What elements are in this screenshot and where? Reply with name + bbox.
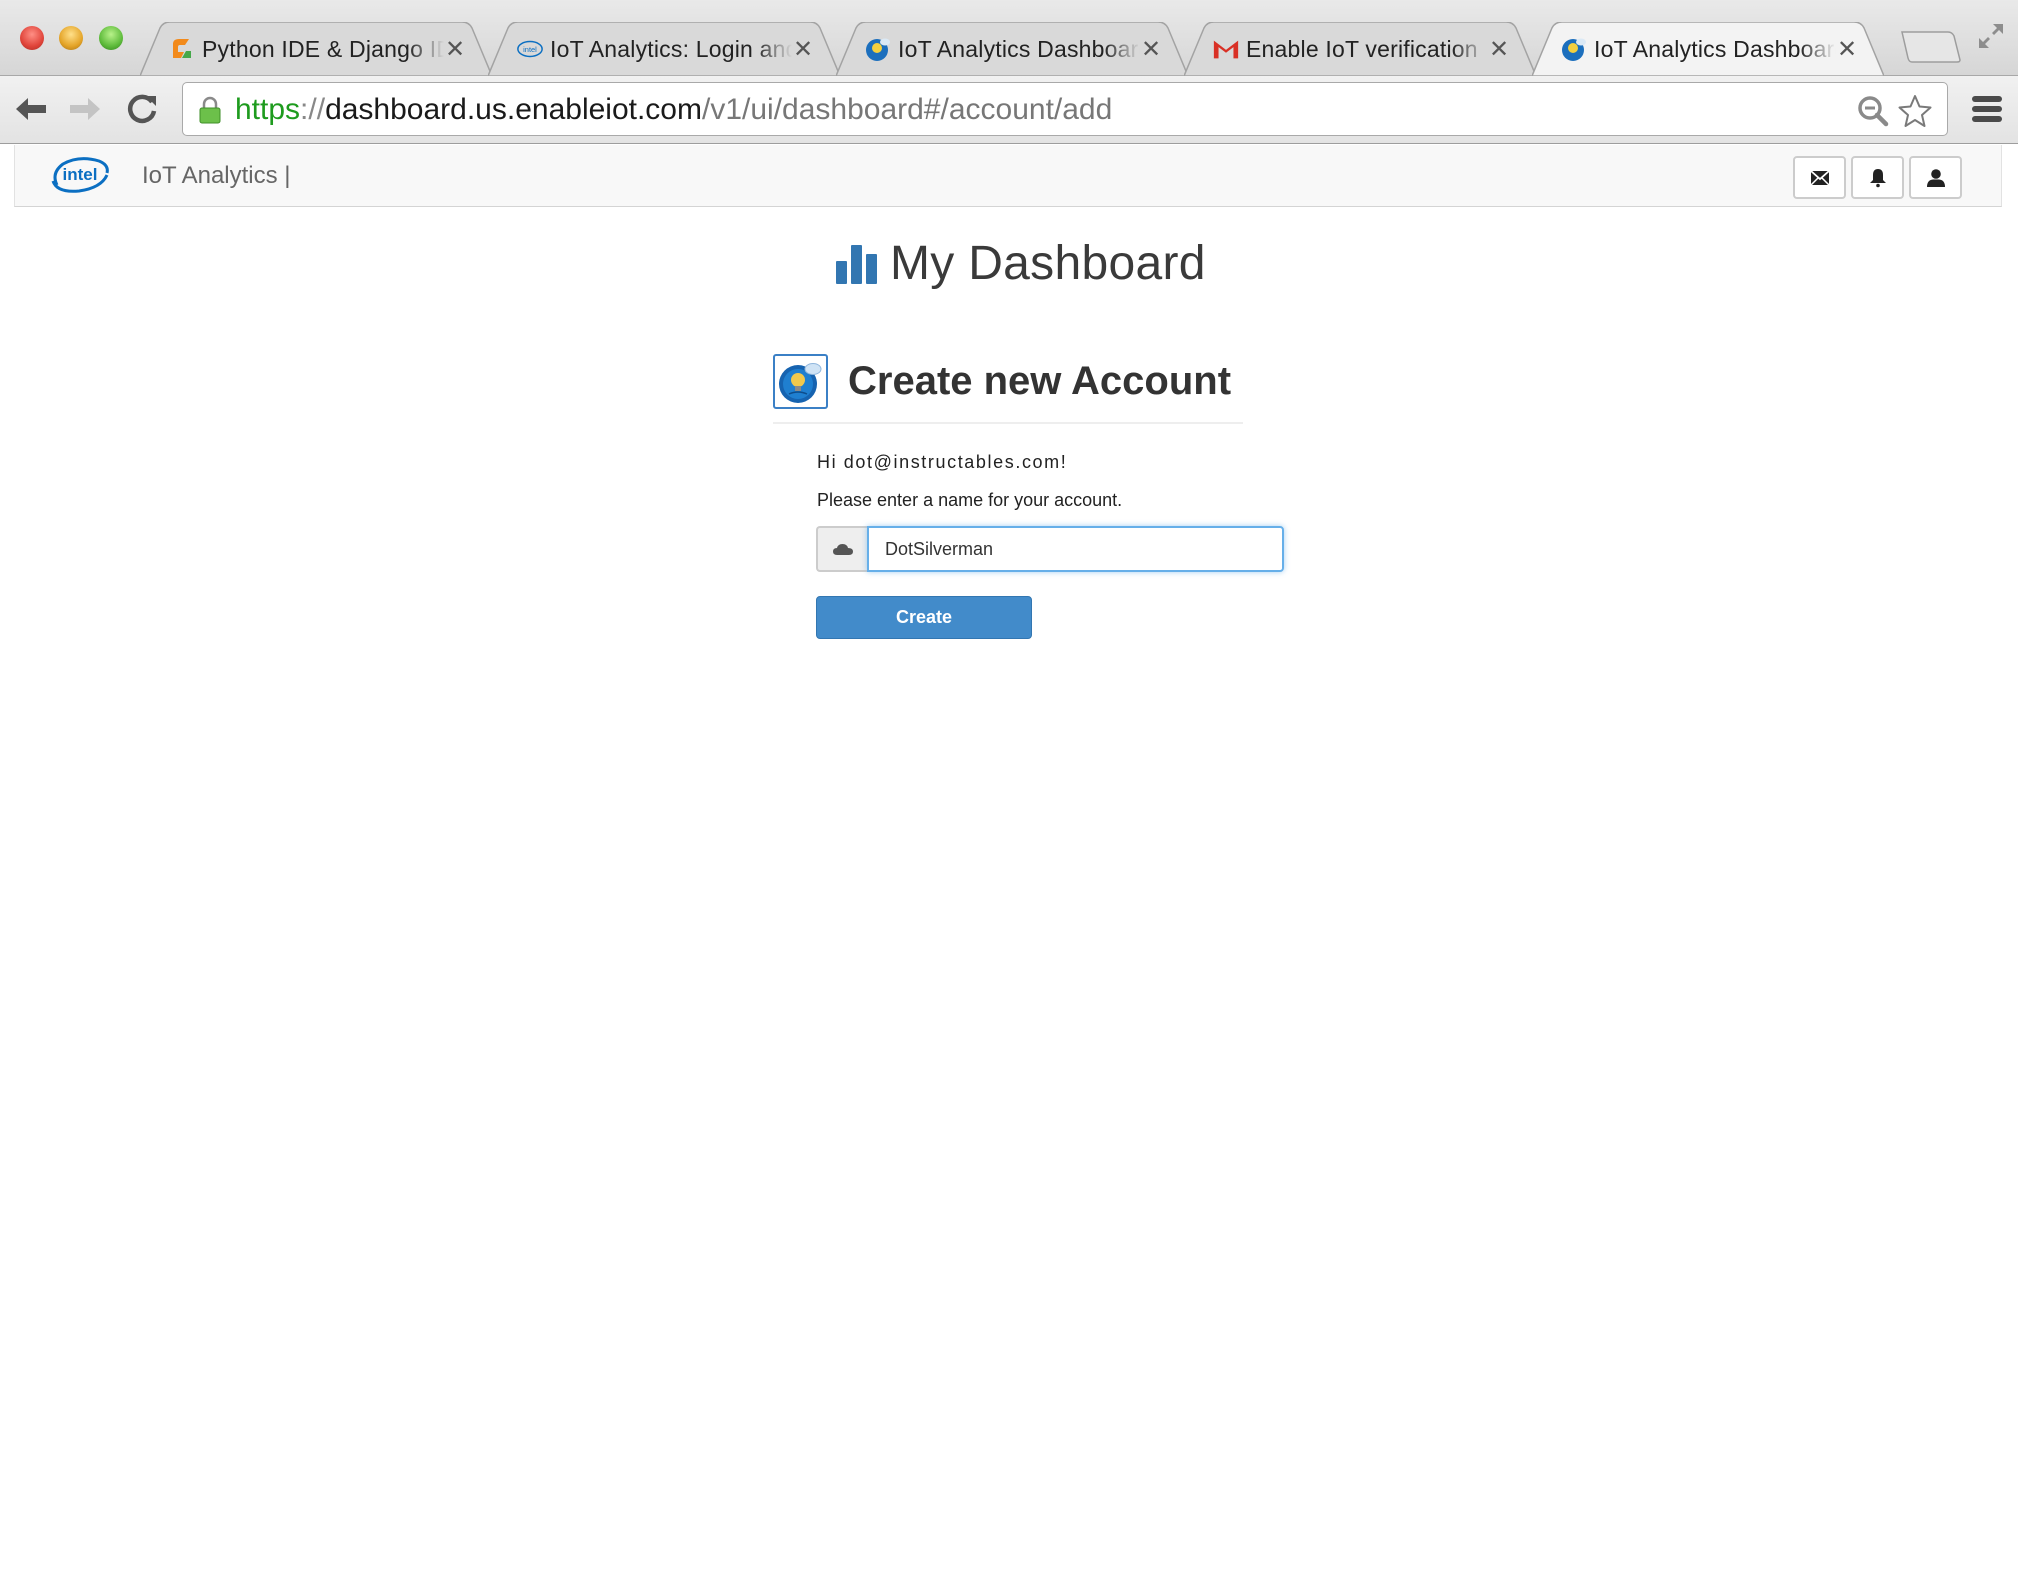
- profile-button[interactable]: [1909, 156, 1962, 199]
- back-arrow-icon: [16, 98, 46, 120]
- tab-gmail-verification[interactable]: Enable IoT verification ✕: [1184, 22, 1536, 76]
- account-bulb-icon: [773, 354, 828, 409]
- iot-bulb-icon: [864, 35, 892, 63]
- tab-title: IoT Analytics: Login and: [550, 35, 792, 62]
- star-icon[interactable]: [1897, 93, 1933, 129]
- account-name-group: [816, 526, 1284, 572]
- lock-icon: [197, 96, 223, 124]
- address-bar[interactable]: https://dashboard.us.enableiot.com/v1/ui…: [182, 82, 1948, 136]
- url-path: /v1/ui/dashboard#/account/add: [701, 93, 1113, 126]
- tab-iot-dashboard[interactable]: IoT Analytics Dashboard ✕: [836, 22, 1188, 76]
- browser-toolbar: https://dashboard.us.enableiot.com/v1/ui…: [0, 76, 2018, 144]
- intel-logo[interactable]: intel: [49, 155, 111, 195]
- bell-icon: [1869, 168, 1886, 187]
- zoom-out-icon[interactable]: [1857, 95, 1889, 127]
- envelope-icon: [1809, 169, 1830, 186]
- iot-bulb-icon: [1560, 35, 1588, 63]
- forward-arrow-icon: [70, 98, 100, 120]
- tab-iot-dashboard-active[interactable]: IoT Analytics Dashboard ✕: [1532, 22, 1884, 76]
- svg-text:intel: intel: [523, 45, 537, 54]
- url-text: https://dashboard.us.enableiot.com/v1/ui…: [235, 92, 1112, 128]
- tab-python-ide[interactable]: Python IDE & Django IDE ✕: [140, 22, 492, 76]
- notifications-button[interactable]: [1851, 156, 1904, 199]
- tab-title: IoT Analytics Dashboard: [898, 35, 1140, 62]
- logo-text: intel: [63, 165, 98, 184]
- reload-button[interactable]: [121, 88, 163, 130]
- brand-name[interactable]: IoT Analytics |: [142, 162, 291, 190]
- forward-button[interactable]: [64, 88, 106, 130]
- page-title-text: My Dashboard: [890, 237, 1206, 290]
- greeting-text: Hi dot@instructables.com!: [817, 452, 1068, 472]
- window-zoom-button[interactable]: [99, 26, 123, 50]
- section-title: Create new Account: [848, 359, 1232, 403]
- account-name-prompt: Please enter a name for your account.: [817, 490, 1123, 510]
- app-navbar: intel IoT Analytics |: [14, 145, 2002, 207]
- back-button[interactable]: [10, 88, 52, 130]
- bar-chart-icon: [836, 244, 878, 284]
- create-button[interactable]: Create: [816, 596, 1032, 639]
- pycharm-icon: [168, 35, 196, 63]
- tab-title: Enable IoT verification: [1246, 35, 1478, 62]
- intel-icon: intel: [516, 35, 544, 63]
- tab-close-icon[interactable]: ✕: [444, 35, 466, 63]
- window-minimize-button[interactable]: [59, 26, 83, 50]
- hamburger-menu-icon[interactable]: [1970, 92, 2004, 126]
- tab-title: Python IDE & Django IDE: [202, 35, 444, 62]
- url-scheme: https: [235, 93, 301, 126]
- tab-iot-login[interactable]: intel IoT Analytics: Login and ✕: [488, 22, 840, 76]
- new-tab-button[interactable]: [1900, 30, 1962, 64]
- messages-button[interactable]: [1793, 156, 1846, 199]
- account-name-input[interactable]: [867, 526, 1284, 572]
- window-close-button[interactable]: [20, 26, 44, 50]
- tab-close-icon[interactable]: ✕: [1488, 35, 1510, 63]
- url-host: dashboard.us.enableiot.com: [325, 93, 702, 126]
- tab-close-icon[interactable]: ✕: [792, 35, 814, 63]
- url-separator: ://: [300, 93, 326, 126]
- page-title: My Dashboard: [836, 236, 1206, 291]
- fullscreen-icon[interactable]: [1976, 22, 2006, 52]
- browser-tab-strip: Python IDE & Django IDE ✕ intel IoT Anal…: [0, 0, 2018, 76]
- tab-close-icon[interactable]: ✕: [1836, 35, 1858, 63]
- tab-title: IoT Analytics Dashboard: [1594, 35, 1836, 62]
- section-header: Create new Account: [773, 354, 1243, 424]
- tab-close-icon[interactable]: ✕: [1140, 35, 1162, 63]
- reload-icon: [127, 94, 157, 124]
- gmail-icon: [1212, 35, 1240, 63]
- cloud-icon: [816, 526, 867, 572]
- user-icon: [1926, 168, 1945, 187]
